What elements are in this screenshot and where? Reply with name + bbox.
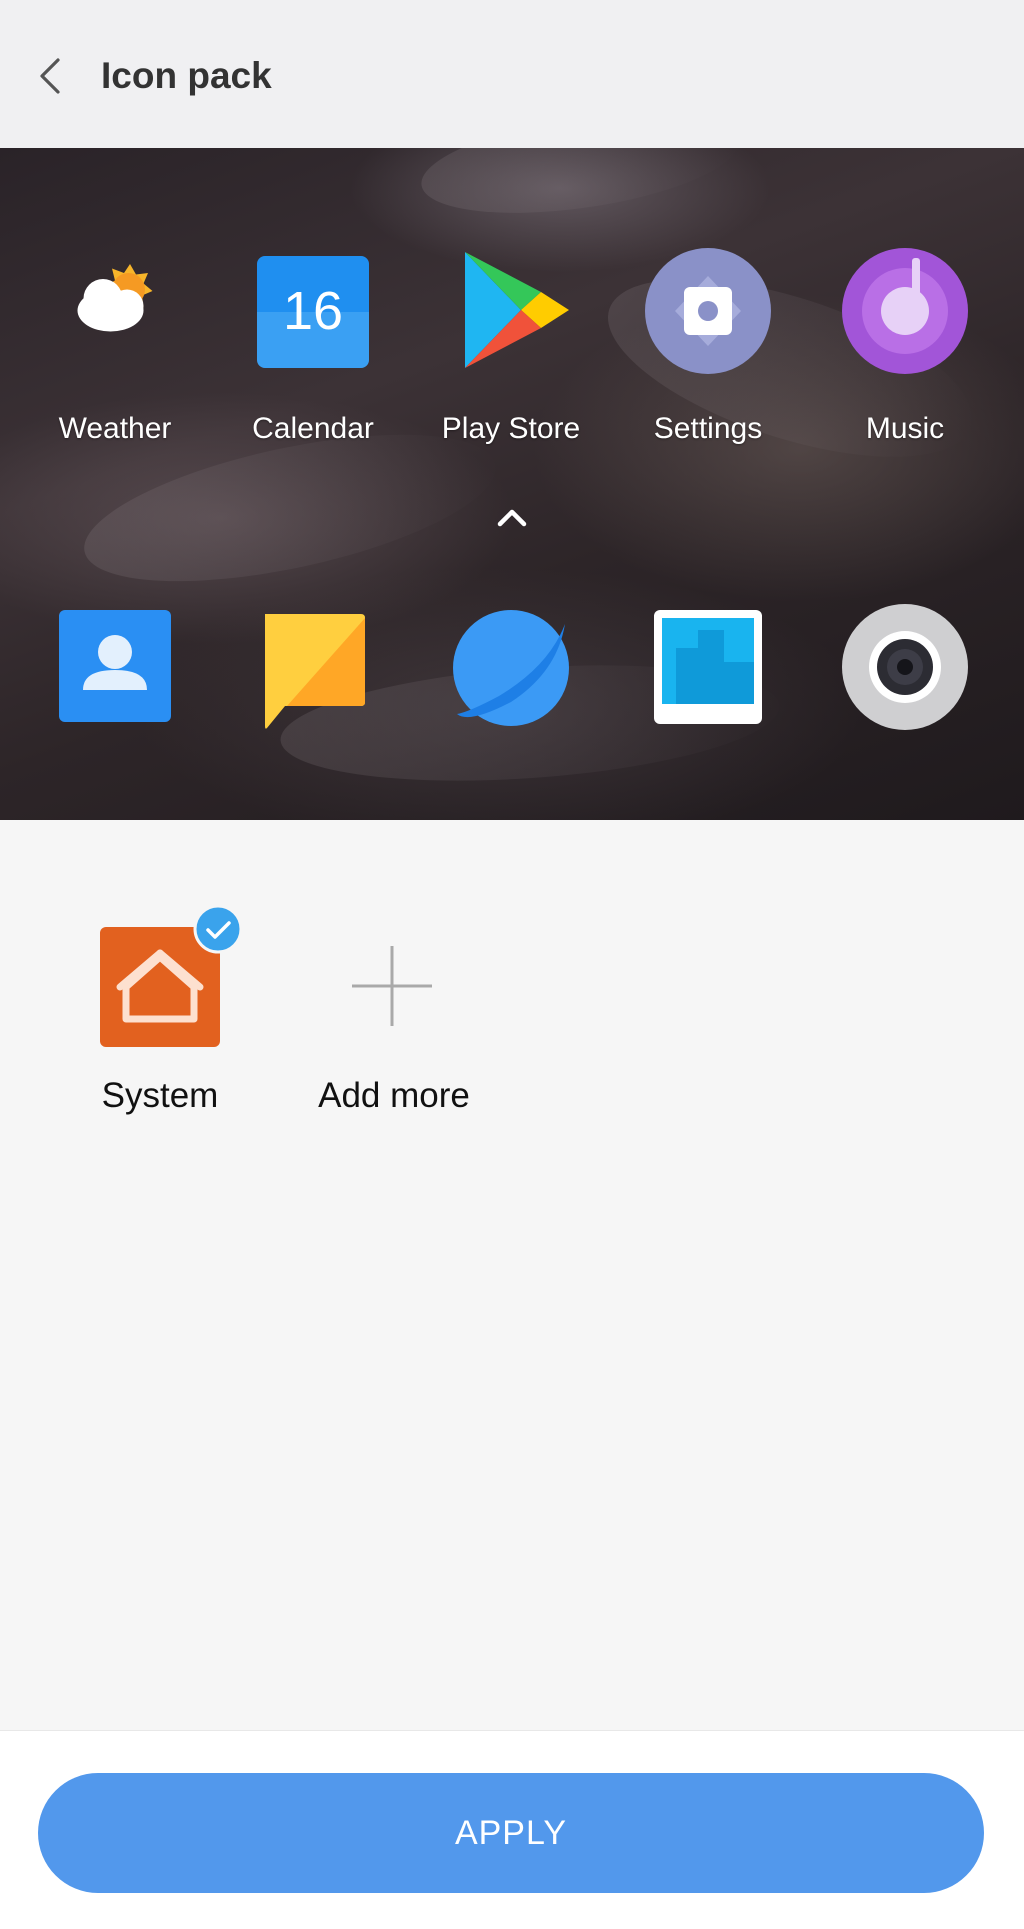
- calendar-icon: 16: [257, 256, 369, 368]
- camera-icon: [842, 604, 968, 730]
- chevron-up-icon[interactable]: [494, 506, 530, 530]
- bottom-bar: APPLY: [0, 1730, 1024, 1929]
- app-label: Settings: [653, 412, 763, 445]
- notes-icon: [265, 614, 365, 729]
- back-button[interactable]: [30, 46, 74, 106]
- page-title: Icon pack: [101, 55, 272, 96]
- contacts-icon: [59, 610, 171, 722]
- music-icon: [842, 248, 968, 374]
- apply-button[interactable]: APPLY: [38, 1773, 984, 1893]
- app-label: Music: [865, 412, 945, 445]
- pack-system[interactable]: System: [40, 904, 280, 1130]
- settings-icon: [645, 248, 771, 374]
- add-more-button[interactable]: Add more: [274, 920, 514, 1130]
- play-store-icon: [465, 252, 569, 368]
- pack-label: Add more: [318, 1076, 470, 1115]
- browser-icon: [453, 610, 569, 726]
- chevron-left-icon: [40, 58, 60, 94]
- app-label: Calendar: [252, 412, 374, 445]
- pack-label: System: [101, 1076, 219, 1115]
- app-label: Weather: [58, 412, 172, 445]
- header-bar: Icon pack: [0, 0, 1024, 148]
- gallery-icon: [654, 610, 762, 724]
- icon-preview: Weather 16 Calendar Play Store Settings: [0, 148, 1024, 820]
- plus-icon: [352, 946, 432, 1026]
- calendar-day: 16: [282, 281, 344, 341]
- app-label: Play Store: [441, 412, 581, 445]
- weather-icon: [77, 264, 153, 332]
- selected-check-icon: [193, 904, 243, 954]
